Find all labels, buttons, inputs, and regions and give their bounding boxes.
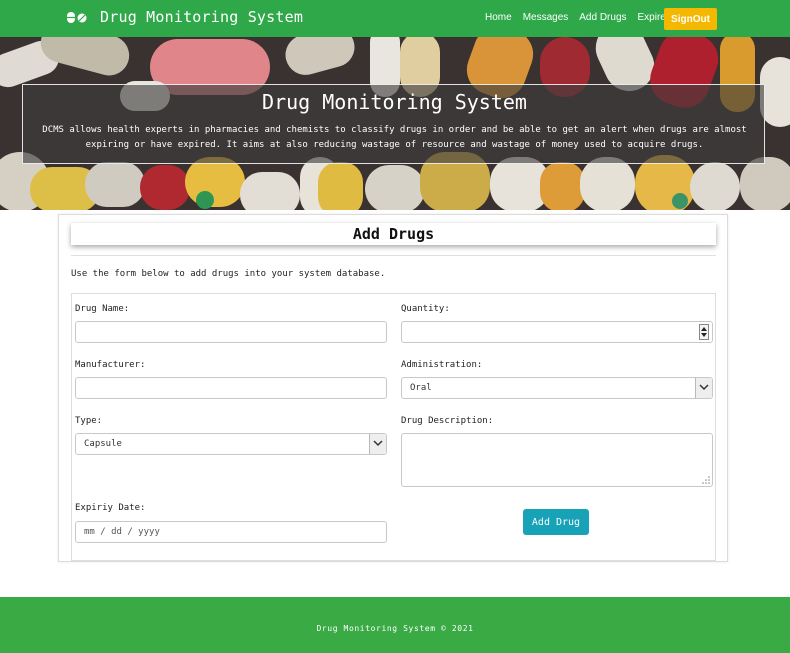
type-select[interactable]: Capsule — [75, 433, 387, 455]
type-selected: Capsule — [84, 439, 122, 449]
card-intro: Use the form below to add drugs into you… — [71, 269, 386, 279]
divider — [71, 255, 716, 256]
administration-label: Administration: — [401, 360, 483, 370]
hero-banner: Drug Monitoring System DCMS allows healt… — [0, 37, 790, 210]
hero-description: DCMS allows health experts in pharmacies… — [42, 125, 747, 150]
resize-grip-icon[interactable] — [702, 476, 710, 484]
pills-icon — [67, 12, 87, 23]
footer: Drug Monitoring System © 2021 — [0, 597, 790, 653]
quantity-input[interactable] — [401, 321, 713, 343]
add-drugs-card: Add Drugs Use the form below to add drug… — [58, 214, 728, 562]
description-label: Drug Description: — [401, 416, 494, 426]
expiry-date-input[interactable]: mm / dd / yyyy — [75, 521, 387, 543]
hero-overlay: Drug Monitoring System DCMS allows healt… — [22, 84, 765, 164]
chevron-down-icon — [695, 378, 712, 398]
manufacturer-label: Manufacturer: — [75, 360, 146, 370]
drug-name-input[interactable] — [75, 321, 387, 343]
expiry-date-label: Expiriy Date: — [75, 503, 146, 513]
nav-messages[interactable]: Messages — [523, 12, 569, 23]
quantity-label: Quantity: — [401, 304, 450, 314]
nav-add-drugs[interactable]: Add Drugs — [579, 12, 626, 23]
drug-name-label: Drug Name: — [75, 304, 130, 314]
card-header: Add Drugs — [71, 223, 716, 245]
quantity-stepper[interactable] — [699, 324, 709, 340]
description-textarea[interactable] — [401, 433, 713, 487]
nav-home[interactable]: Home — [485, 12, 512, 23]
brand[interactable]: Drug Monitoring System — [66, 8, 303, 26]
administration-select[interactable]: Oral — [401, 377, 713, 399]
card-title: Add Drugs — [352, 225, 435, 243]
stepper-arrows-icon — [701, 327, 707, 337]
manufacturer-input[interactable] — [75, 377, 387, 399]
chevron-down-icon — [369, 434, 386, 454]
nav-links: Home Messages Add Drugs Expired — [485, 12, 682, 23]
add-drug-button[interactable]: Add Drug — [523, 509, 589, 535]
signout-button[interactable]: SignOut — [664, 8, 717, 30]
type-label: Type: — [75, 416, 103, 426]
add-drug-form: Drug Name: Quantity: Manufacturer: Admin… — [71, 293, 716, 561]
brand-title: Drug Monitoring System — [100, 8, 304, 26]
footer-copyright: Drug Monitoring System © 2021 — [316, 624, 474, 633]
top-navbar: Drug Monitoring System Home Messages Add… — [0, 0, 790, 37]
administration-selected: Oral — [410, 383, 432, 393]
hero-title: Drug Monitoring System — [262, 90, 527, 114]
